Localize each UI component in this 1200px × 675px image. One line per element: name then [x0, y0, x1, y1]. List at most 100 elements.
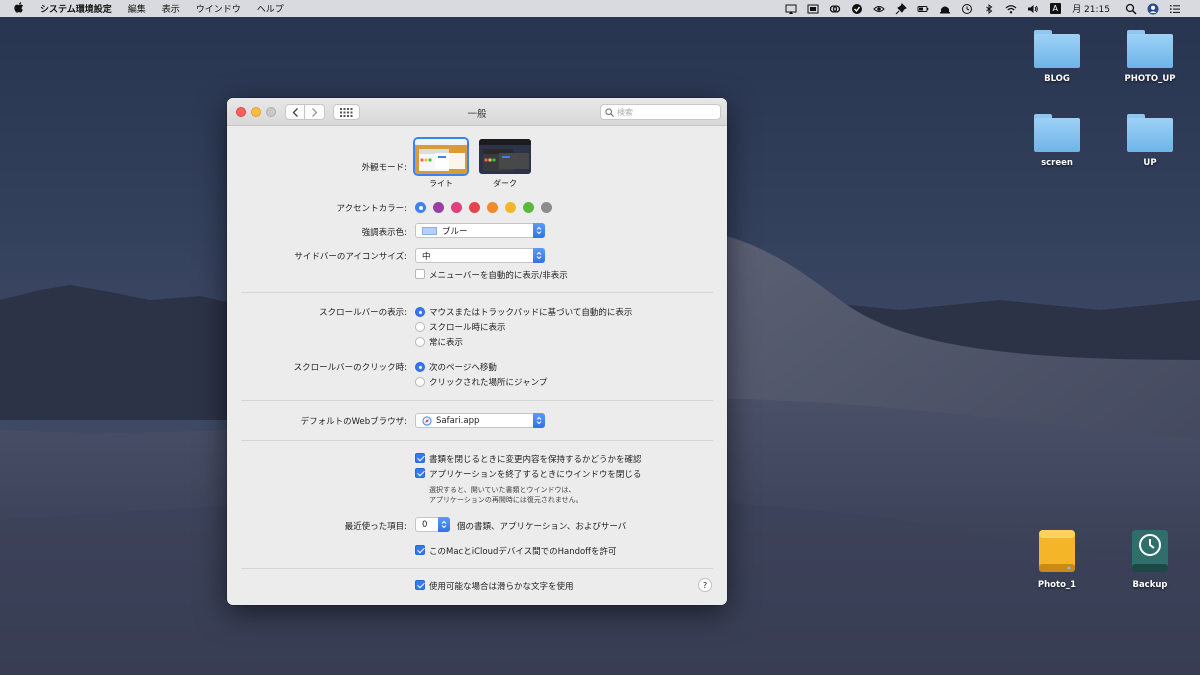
desktop-item-label: BLOG: [1044, 74, 1070, 84]
menu-window[interactable]: ウインドウ: [188, 2, 249, 15]
zoom-window-button[interactable]: [266, 107, 276, 117]
appearance-dark-caption: ダーク: [493, 179, 517, 188]
desktop-item-label: screen: [1041, 158, 1073, 168]
desktop-item-label: PHOTO_UP: [1124, 74, 1176, 84]
forward-button[interactable]: [305, 104, 325, 120]
desktop-item-up[interactable]: UP: [1110, 114, 1190, 168]
desktop-item-screen[interactable]: screen: [1017, 114, 1097, 168]
menubar-clock[interactable]: 月 21:15: [1066, 2, 1120, 15]
hat-icon[interactable]: [934, 0, 956, 17]
input-source-label: A: [1049, 3, 1061, 14]
click-next-page-radio[interactable]: [415, 362, 425, 372]
search-input[interactable]: [617, 107, 717, 117]
font-smoothing-label: 使用可能な場合は滑らかな文字を使用: [429, 582, 574, 592]
close-windows-note-line-2: アプリケーションの再開時には復元されません。: [429, 496, 583, 504]
screen-mirror-icon[interactable]: [780, 0, 802, 17]
accent-purple-swatch[interactable]: [433, 202, 444, 213]
back-button[interactable]: [285, 104, 305, 120]
close-windows-label: アプリケーションを終了するときにウインドウを閉じる: [429, 470, 642, 480]
time-machine-drive-icon: [1131, 528, 1169, 574]
scrollbars-always-label: 常に表示: [429, 338, 464, 348]
eye-icon[interactable]: [868, 0, 890, 17]
menubar: システム環境設定 編集 表示 ウインドウ ヘルプ A 月 21:15: [0, 0, 1200, 17]
scrollbars-when-scrolling-radio[interactable]: [415, 322, 425, 332]
show-scrollbars-label: スクロールバーの表示:: [319, 308, 407, 318]
recent-items-value: 0: [422, 519, 428, 530]
grid-icon: [340, 107, 353, 117]
menubar-autohide-checkbox[interactable]: [415, 269, 425, 279]
sync-status-icon[interactable]: [846, 0, 868, 17]
appearance-light-option[interactable]: [415, 139, 467, 174]
appearance-label: 外観モード:: [361, 163, 407, 173]
highlight-color-value: ブルー: [442, 226, 468, 237]
creative-cloud-icon[interactable]: [824, 0, 846, 17]
accent-color-label: アクセントカラー:: [336, 204, 407, 214]
menu-app-name[interactable]: システム環境設定: [32, 2, 120, 15]
accent-yellow-swatch[interactable]: [505, 202, 516, 213]
recent-items-popup[interactable]: 0: [415, 517, 450, 532]
notification-center-icon[interactable]: [1164, 0, 1186, 17]
volume-icon[interactable]: [1022, 0, 1044, 17]
scrollbars-auto-label: マウスまたはトラックパッドに基づいて自動的に表示: [429, 308, 633, 318]
desktop-item-blog[interactable]: BLOG: [1017, 30, 1097, 84]
updown-arrows-icon: [438, 517, 450, 532]
scrollbars-when-scrolling-label: スクロール時に表示: [429, 323, 506, 333]
desktop-item-photo-up[interactable]: PHOTO_UP: [1110, 30, 1190, 84]
display-icon[interactable]: [802, 0, 824, 17]
spotlight-search-icon[interactable]: [1120, 0, 1142, 17]
desktop-item-label: Photo_1: [1037, 580, 1077, 590]
window-title: 一般: [467, 109, 487, 120]
desktop-item-label: Backup: [1132, 580, 1168, 590]
close-windows-checkbox[interactable]: [415, 468, 425, 478]
dark-mode-thumbnail: [479, 139, 531, 174]
safari-icon: [422, 415, 432, 426]
search-icon: [605, 107, 614, 117]
menu-view[interactable]: 表示: [154, 2, 188, 15]
click-jump-radio[interactable]: [415, 377, 425, 387]
wifi-icon[interactable]: [1000, 0, 1022, 17]
accent-green-swatch[interactable]: [523, 202, 534, 213]
user-avatar-icon[interactable]: [1142, 0, 1164, 17]
appearance-dark-option[interactable]: [479, 139, 531, 174]
bluetooth-icon[interactable]: [978, 0, 1000, 17]
default-browser-popup[interactable]: Safari.app: [415, 413, 545, 428]
accent-pink-swatch[interactable]: [451, 202, 462, 213]
general-preferences-window: 一般 外観モード: ライト ダーク アクセントカラー:: [227, 98, 727, 605]
menu-help[interactable]: ヘルプ: [249, 2, 292, 15]
apple-menu-icon[interactable]: [0, 1, 32, 16]
show-all-button[interactable]: [333, 104, 360, 120]
accent-graphite-swatch[interactable]: [541, 202, 552, 213]
section-divider: [241, 568, 713, 569]
minimize-window-button[interactable]: [251, 107, 261, 117]
help-button[interactable]: ?: [698, 578, 712, 592]
accent-red-swatch[interactable]: [469, 202, 480, 213]
scrollbars-always-radio[interactable]: [415, 337, 425, 347]
desktop-item-photo-1[interactable]: Photo_1: [1017, 528, 1097, 590]
time-machine-icon[interactable]: [956, 0, 978, 17]
external-drive-icon: [1038, 528, 1076, 574]
sidebar-icon-size-popup[interactable]: 中: [415, 248, 545, 263]
titlebar: 一般: [227, 98, 727, 126]
accent-orange-swatch[interactable]: [487, 202, 498, 213]
section-divider: [241, 400, 713, 401]
highlight-color-popup[interactable]: ブルー: [415, 223, 545, 238]
accent-blue-swatch[interactable]: [415, 202, 426, 213]
recent-items-suffix: 個の書類、アプリケーション、およびサーバ: [457, 522, 627, 532]
menubar-autohide-label: メニューバーを自動的に表示/非表示: [429, 271, 568, 281]
handoff-checkbox[interactable]: [415, 545, 425, 555]
folder-icon: [1127, 30, 1173, 68]
desktop-item-label: UP: [1143, 158, 1157, 168]
pin-icon[interactable]: [890, 0, 912, 17]
menu-edit[interactable]: 編集: [120, 2, 154, 15]
search-field[interactable]: [600, 104, 721, 120]
close-window-button[interactable]: [236, 107, 246, 117]
folder-icon: [1034, 30, 1080, 68]
input-source-icon[interactable]: A: [1044, 0, 1066, 17]
scrollbar-click-label: スクロールバーのクリック時:: [293, 363, 407, 373]
desktop-item-backup[interactable]: Backup: [1110, 528, 1190, 590]
battery-icon[interactable]: [912, 0, 934, 17]
font-smoothing-checkbox[interactable]: [415, 580, 425, 590]
ask-keep-changes-checkbox[interactable]: [415, 453, 425, 463]
scrollbars-auto-radio[interactable]: [415, 307, 425, 317]
section-divider: [241, 440, 713, 441]
